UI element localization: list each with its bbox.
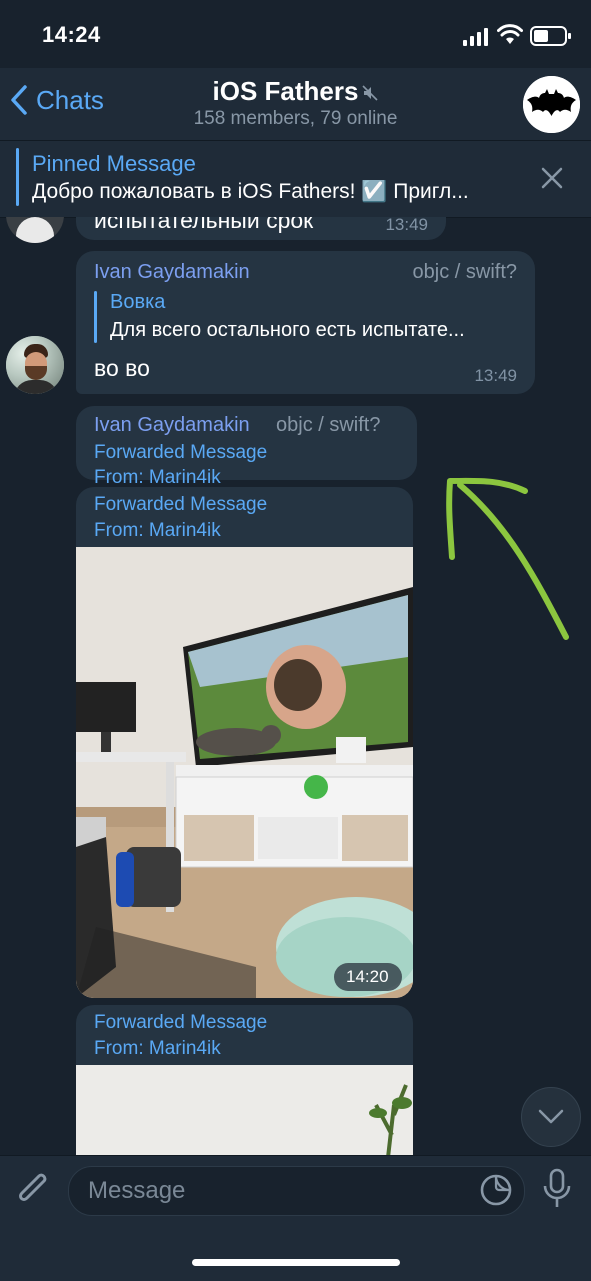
chat-title-text: iOS Fathers xyxy=(212,76,359,106)
pinned-text: Добро пожаловать в iOS Fathers! ☑️ Пригл… xyxy=(32,180,469,203)
forwarded-label: Forwarded Message xyxy=(94,442,268,463)
photo-time: 14:20 xyxy=(346,967,389,986)
mic-icon[interactable] xyxy=(540,1168,574,1210)
message-text: во во xyxy=(94,355,150,381)
forwarded-from[interactable]: From: Marin4ik xyxy=(94,518,221,543)
sender-avatar[interactable] xyxy=(6,336,64,394)
signal-icon xyxy=(463,28,488,46)
chevron-down-icon xyxy=(538,1109,564,1124)
chat-subtitle: 158 members, 79 online xyxy=(193,108,398,129)
message-time: 13:49 xyxy=(474,366,517,385)
reply-text: Для всего остального есть испытате... xyxy=(110,319,465,341)
forwarded-from-prefix: From: xyxy=(94,520,149,541)
annotation-arrow xyxy=(446,477,569,640)
reply-author: Вовка xyxy=(110,291,166,313)
pinned-title: Pinned Message xyxy=(32,151,196,176)
message-bubble[interactable]: Forwarded Message From: Marin4ik xyxy=(76,487,413,998)
message-time: 13:49 xyxy=(385,217,428,234)
forwarded-label: Forwarded Message xyxy=(94,494,268,515)
message-placeholder: Message xyxy=(88,1177,186,1204)
forwarded-from[interactable]: From: Marin4ik xyxy=(94,465,221,488)
group-avatar[interactable] xyxy=(523,76,580,133)
mute-icon xyxy=(362,85,379,101)
status-time: 14:24 xyxy=(42,22,101,47)
forwarded-from[interactable]: From: Marin4ik xyxy=(94,1036,221,1061)
message-bubble[interactable]: испытательный срок 13:49 xyxy=(76,217,446,240)
bat-logo-icon xyxy=(523,76,580,133)
pinned-accent-bar xyxy=(16,148,19,206)
sender-name[interactable]: Ivan Gaydamakin xyxy=(94,261,250,284)
forwarded-from-name: Marin4ik xyxy=(148,1038,221,1059)
scroll-down-button[interactable] xyxy=(521,1087,581,1147)
sender-name[interactable]: Ivan Gaydamakin xyxy=(94,414,250,437)
reply-accent-bar xyxy=(94,291,97,343)
message-bubble[interactable]: Forwarded Message From: Marin4ik xyxy=(76,1005,413,1155)
close-icon[interactable] xyxy=(540,166,564,190)
forwarded-from-name: Marin4ik xyxy=(148,467,221,488)
wifi-icon xyxy=(497,24,523,44)
chat-title[interactable]: iOS Fathers xyxy=(0,76,591,107)
attach-icon[interactable] xyxy=(15,1170,53,1210)
sticker-icon[interactable] xyxy=(479,1173,513,1207)
message-bubble[interactable]: Ivan Gaydamakin objc / swift? Вовка Для … xyxy=(76,251,535,394)
message-list[interactable]: испытательный срок 13:49 Ivan Gaydamakin… xyxy=(0,217,591,1155)
forwarded-from-prefix: From: xyxy=(94,467,149,488)
forwarded-from-prefix: From: xyxy=(94,1038,149,1059)
photo-attachment[interactable] xyxy=(76,1065,413,1155)
forwarded-label: Forwarded Message xyxy=(94,1012,268,1033)
message-bubble[interactable]: Ivan Gaydamakin objc / swift? Forwarded … xyxy=(76,406,417,488)
sender-tag: objc / swift? xyxy=(276,414,381,436)
reply-preview[interactable]: Вовка Для всего остального есть испытате… xyxy=(94,291,524,345)
home-indicator xyxy=(192,1259,400,1266)
battery-icon xyxy=(530,26,571,46)
sender-tag: objc / swift? xyxy=(412,261,517,283)
forwarded-from-name: Marin4ik xyxy=(148,520,221,541)
message-text: испытательный срок xyxy=(94,217,314,233)
avatar[interactable] xyxy=(6,217,64,243)
photo-attachment[interactable] xyxy=(76,547,413,998)
